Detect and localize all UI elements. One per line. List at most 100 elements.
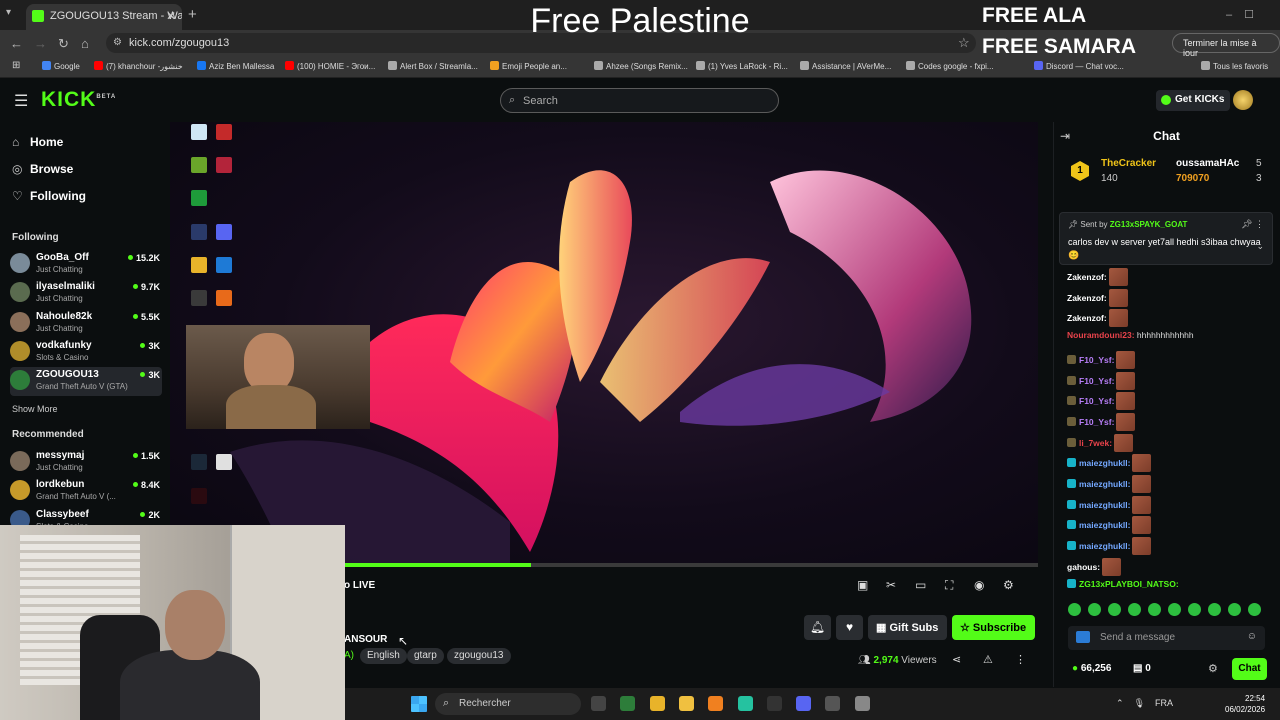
bookmark-item[interactable]: Alert Box / Streamla... — [388, 61, 478, 71]
chat-message[interactable]: F10_Ysf: — [1067, 350, 1136, 369]
nav-home[interactable]: ⌂ Home — [12, 135, 63, 149]
quick-emote-icon[interactable] — [1188, 603, 1201, 616]
report-icon[interactable]: ⚠ — [983, 653, 993, 666]
microphone-icon[interactable]: 🎙︎ — [1134, 698, 1145, 708]
quick-emote-icon[interactable] — [1088, 603, 1101, 616]
apps-grid-icon[interactable]: ⊞ — [12, 60, 20, 71]
language-indicator[interactable]: FRA — [1155, 698, 1173, 708]
task-view-icon[interactable] — [591, 696, 606, 711]
tray-chevron-icon[interactable]: ⌃ — [1116, 698, 1124, 708]
user-avatar[interactable] — [1233, 90, 1253, 110]
chat-username[interactable]: li_7wek: — [1079, 438, 1112, 448]
chat-username[interactable]: F10_Ysf: — [1079, 396, 1114, 406]
leader-name-2[interactable]: oussamaHAc — [1176, 158, 1239, 169]
chat-input[interactable]: Send a message ☺ — [1068, 626, 1265, 650]
chat-message[interactable]: F10_Ysf: — [1067, 392, 1136, 411]
chat-username[interactable]: Zakenzof: — [1067, 272, 1107, 282]
chat-username[interactable]: maiezghukll: — [1079, 458, 1130, 468]
nav-browse[interactable]: ◎ Browse — [12, 162, 73, 176]
chat-username[interactable]: Zakenzof: — [1067, 293, 1107, 303]
chat-message[interactable]: ZG13xPLAYBOI_NATSO: — [1067, 578, 1179, 589]
system-tray[interactable]: ⌃ 🎙︎ FRA — [1116, 698, 1173, 709]
windows-start-icon[interactable] — [411, 696, 427, 712]
chat-message[interactable]: maiezghukll: — [1067, 537, 1152, 556]
mini-player-icon[interactable]: ▣ — [857, 578, 868, 592]
share-icon[interactable]: ⋖ — [952, 653, 961, 666]
quick-emote-icon[interactable] — [1248, 603, 1261, 616]
chat-username[interactable]: maiezghukll: — [1079, 500, 1130, 510]
bookmark-item[interactable]: Tous les favoris — [1201, 61, 1268, 71]
channel-points[interactable]: ● 66,256 — [1072, 663, 1111, 674]
discord-icon[interactable] — [796, 696, 812, 711]
chat-message[interactable]: Zakenzof: — [1067, 288, 1128, 307]
chat-identity-icon[interactable] — [1076, 631, 1090, 643]
system-clock[interactable]: 22:54 06/02/2026 — [1225, 693, 1265, 715]
app-teal-icon[interactable] — [737, 696, 753, 711]
menu-icon[interactable]: ☰ — [14, 91, 28, 111]
tag-english[interactable]: English — [360, 648, 407, 664]
leader-name-3[interactable]: 709070 — [1176, 173, 1209, 184]
sidebar-channel-lordkebun[interactable]: lordkebun Grand Theft Auto V (... 8.4K — [10, 477, 162, 506]
more-options-icon[interactable]: ⋮ — [1015, 653, 1026, 666]
sidebar-channel-zgougou13[interactable]: ZGOUGOU13 Grand Theft Auto V (GTA) 3K — [10, 367, 162, 397]
subscribe-button[interactable]: ☆ Subscribe — [952, 615, 1035, 640]
bookmark-item[interactable]: (100) HOMIE - Эгои... — [285, 61, 375, 71]
sidebar-channel-vodkafunky[interactable]: vodkafunky Slots & Casino 3K — [10, 338, 162, 367]
quick-emote-icon[interactable] — [1128, 603, 1141, 616]
tag-zgougou13[interactable]: zgougou13 — [447, 648, 511, 664]
notification-bell-icon[interactable]: 🔔︎ — [804, 615, 831, 640]
chat-username[interactable]: ZG13xPLAYBOI_NATSO: — [1079, 579, 1179, 589]
bookmark-item[interactable]: Discord — Chat voc... — [1034, 61, 1124, 71]
bookmark-item[interactable]: Emoji People an... — [490, 61, 567, 71]
chat-message[interactable]: Zakenzof: — [1067, 268, 1128, 286]
search-input[interactable]: ⌕ Search — [500, 88, 779, 113]
nav-following[interactable]: ♡ Following — [12, 189, 86, 203]
settings-gear-icon[interactable]: ⚙ — [1003, 578, 1014, 592]
clip-icon[interactable]: ✂ — [886, 578, 896, 592]
chat-message[interactable]: F10_Ysf: — [1067, 412, 1136, 431]
get-kicks-button[interactable]: Get KICKs — [1156, 90, 1231, 111]
file-explorer-icon[interactable] — [678, 696, 694, 711]
tag-gtarp[interactable]: gtarp — [407, 648, 444, 664]
chat-settings-icon[interactable]: ⚙ — [1208, 662, 1218, 675]
emoji-picker-icon[interactable]: ☺ — [1247, 631, 1257, 642]
chat-message[interactable]: gahous: — [1067, 557, 1122, 576]
chat-username[interactable]: Nouramdouni23: — [1067, 330, 1135, 340]
chat-username[interactable]: gahous: — [1067, 562, 1100, 572]
sidebar-channel-ilyaselmaliki[interactable]: ilyaselmaliki Just Chatting 9.7K — [10, 279, 162, 308]
chat-message[interactable]: maiezghukll: — [1067, 516, 1152, 535]
chrome-icon[interactable] — [649, 696, 665, 711]
expand-pinned-icon[interactable]: ⌄ — [1256, 241, 1264, 252]
quick-emote-icon[interactable] — [1168, 603, 1181, 616]
sidebar-channel-gooba_off[interactable]: GooBa_Off Just Chatting 15.2K — [10, 250, 162, 279]
app-dark-icon[interactable] — [766, 696, 782, 711]
app-green-icon[interactable] — [620, 696, 636, 711]
leader-name-1[interactable]: TheCracker — [1101, 158, 1156, 169]
chat-username[interactable]: F10_Ysf: — [1079, 417, 1114, 427]
bookmark-item[interactable]: Assistance | AVerMe... — [800, 61, 891, 71]
quick-emotes-row[interactable] — [1068, 603, 1268, 617]
pinned-message[interactable]: 📌︎ Sent by ZG13xSPAYK_GOAT 📌︎ ⋮ carlos d… — [1059, 212, 1273, 265]
chat-username[interactable]: maiezghukll: — [1079, 520, 1130, 530]
chat-username[interactable]: Zakenzof: — [1067, 313, 1107, 323]
theater-mode-icon[interactable]: ▭ — [915, 578, 926, 592]
chat-message[interactable]: maiezghukll: — [1067, 495, 1152, 514]
show-more-link[interactable]: Show More — [12, 404, 58, 414]
quick-emote-icon[interactable] — [1068, 603, 1081, 616]
quick-emote-icon[interactable] — [1108, 603, 1121, 616]
quick-emote-icon[interactable] — [1148, 603, 1161, 616]
kick-logo[interactable]: KICKBETA — [41, 88, 116, 112]
gift-subs-button[interactable]: ▦ Gift Subs — [868, 615, 947, 640]
bookmark-item[interactable]: Ahzee (Songs Remix... — [594, 61, 688, 71]
chat-username[interactable]: maiezghukll: — [1079, 541, 1130, 551]
unpin-icon[interactable]: 📌︎ ⋮ — [1241, 219, 1264, 230]
bookmark-item[interactable]: (7) khanchour -خنشور — [94, 61, 183, 71]
mystery-box-count[interactable]: ▤ 0 — [1133, 663, 1151, 674]
chat-username[interactable]: F10_Ysf: — [1079, 376, 1114, 386]
quick-emote-icon[interactable] — [1228, 603, 1241, 616]
chat-username[interactable]: F10_Ysf: — [1079, 355, 1114, 365]
quality-icon[interactable]: ◉ — [974, 578, 984, 592]
settings-icon[interactable] — [854, 696, 870, 711]
bookmark-item[interactable]: (1) Yves LaRock - Ri... — [696, 61, 788, 71]
follow-heart-icon[interactable]: ♥ — [836, 615, 863, 640]
